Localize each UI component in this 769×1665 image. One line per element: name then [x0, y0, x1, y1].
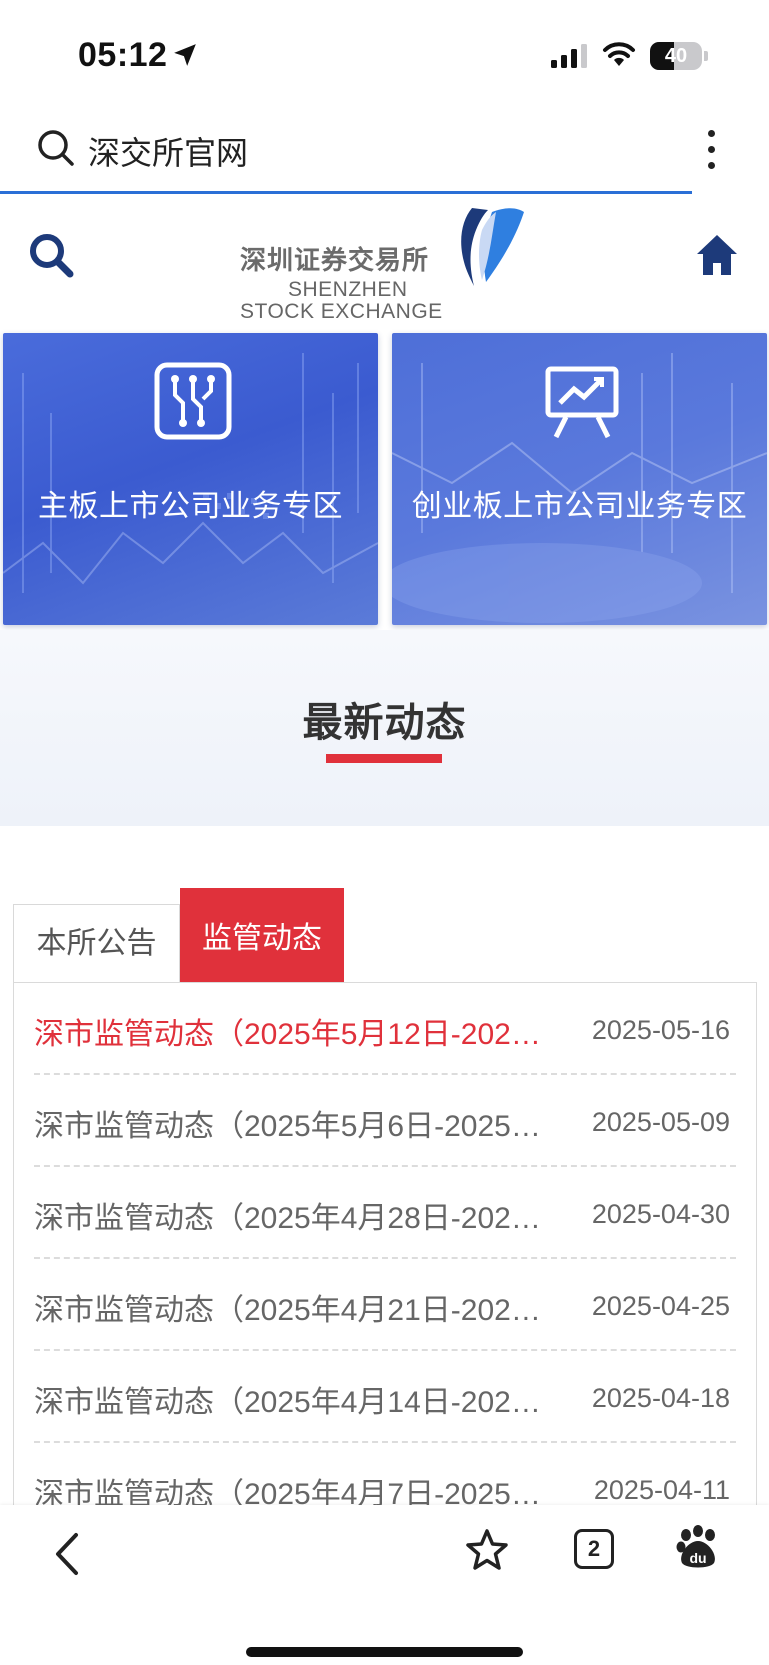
tab-regulatory-updates[interactable]: 监管动态 [180, 888, 344, 982]
tabs-icon[interactable]: 2 [574, 1529, 614, 1569]
back-chevron-icon[interactable] [50, 1531, 84, 1577]
battery-icon: 40 [650, 42, 702, 70]
page-load-progress [0, 191, 692, 194]
search-icon[interactable] [28, 232, 74, 278]
list-item[interactable]: 深市监管动态（2025年4月28日-2025年4月30日） 2025-04-30 [34, 1167, 736, 1259]
news-list: 深市监管动态（2025年5月12日-2025年5月16日） 2025-05-16… [13, 982, 757, 1522]
list-item-title[interactable]: 深市监管动态（2025年4月28日-2025年4月30日） [34, 1193, 544, 1237]
more-vertical-icon[interactable] [704, 130, 718, 174]
list-item-title[interactable]: 深市监管动态（2025年5月6日-2025年5月9日） [34, 1101, 544, 1145]
browser-search-bar[interactable]: 深交所官网 [0, 110, 769, 195]
szse-logo[interactable]: 深圳证券交易所 SHENZHEN STOCK EXCHANGE [240, 200, 530, 323]
chinext-board-card-label: 创业板上市公司业务专区 [411, 490, 748, 523]
cellular-signal-icon [551, 44, 587, 68]
list-item-title[interactable]: 深市监管动态（2025年5月12日-2025年5月16日） [34, 1009, 544, 1053]
news-section-header: 最新动态 [0, 630, 769, 826]
list-item-date: 2025-04-25 [591, 1291, 730, 1321]
main-board-card[interactable]: 主板上市公司业务专区 [3, 333, 378, 625]
list-item-date: 2025-04-30 [591, 1199, 730, 1229]
main-board-card-label: 主板上市公司业务专区 [38, 490, 343, 523]
location-arrow-icon [174, 44, 196, 66]
list-item[interactable]: 深市监管动态（2025年5月6日-2025年5月9日） 2025-05-09 [34, 1075, 736, 1167]
list-item[interactable]: 深市监管动态（2025年4月14日-2025年4月18日） 2025-04-18 [34, 1351, 736, 1443]
logo-english-line1: SHENZHEN [288, 278, 408, 301]
browser-toolbar: 2 du [0, 1505, 769, 1665]
list-item-title[interactable]: 深市监管动态（2025年4月21日-2025年4月25日） [34, 1285, 544, 1329]
status-bar: 05:12 40 [0, 0, 769, 110]
svg-text:du: du [689, 1550, 706, 1566]
home-icon[interactable] [694, 232, 740, 278]
list-item-date: 2025-04-11 [593, 1475, 730, 1505]
list-item-date: 2025-04-18 [591, 1383, 730, 1413]
logo-english-line2: STOCK EXCHANGE [240, 300, 443, 323]
list-item[interactable]: 深市监管动态（2025年4月21日-2025年4月25日） 2025-04-25 [34, 1259, 736, 1351]
tab-exchange-announcements[interactable]: 本所公告 [13, 904, 180, 982]
home-indicator[interactable] [246, 1647, 523, 1657]
logo-mark-icon [461, 208, 524, 286]
section-title: 最新动态 [302, 701, 467, 745]
list-item-date: 2025-05-16 [591, 1015, 730, 1045]
search-icon[interactable] [36, 128, 76, 168]
search-query[interactable]: 深交所官网 [88, 128, 248, 174]
wifi-icon [603, 42, 635, 66]
logo-chinese-name: 深圳证券交易所 [240, 245, 430, 275]
site-header: 深圳证券交易所 SHENZHEN STOCK EXCHANGE [0, 196, 769, 326]
list-item-date: 2025-05-09 [591, 1107, 730, 1137]
list-item[interactable]: 深市监管动态（2025年5月12日-2025年5月16日） 2025-05-16 [34, 983, 736, 1075]
chart-presentation-icon [545, 366, 619, 439]
star-icon[interactable] [464, 1527, 510, 1573]
baidu-paw-icon[interactable]: du [676, 1525, 720, 1571]
list-item-title[interactable]: 深市监管动态（2025年4月14日-2025年4月18日） [34, 1377, 544, 1421]
circuit-board-icon [154, 362, 232, 440]
status-time: 05:12 [78, 36, 168, 74]
section-title-underline [326, 754, 442, 763]
chinext-board-card[interactable]: 创业板上市公司业务专区 [392, 333, 767, 625]
battery-level: 40 [664, 45, 688, 67]
